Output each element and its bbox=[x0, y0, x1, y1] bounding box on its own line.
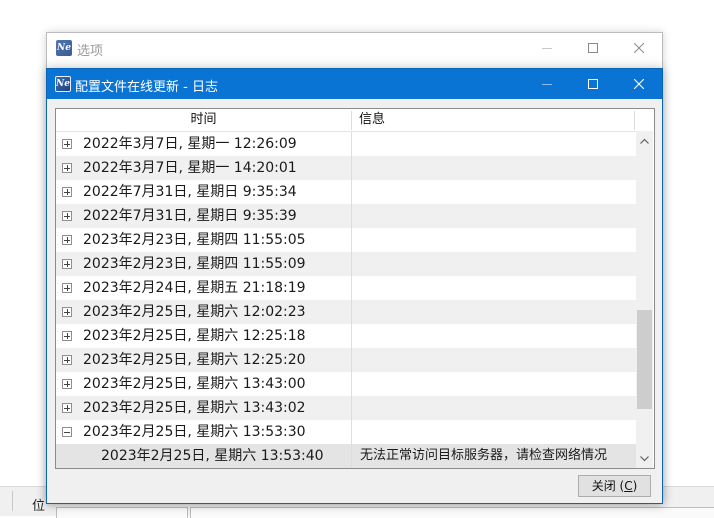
column-gridline bbox=[351, 228, 352, 252]
row-time: 2022年3月7日, 星期一 14:20:01 bbox=[83, 160, 297, 176]
table-row[interactable]: 2022年3月7日, 星期一 14:20:01 bbox=[56, 156, 636, 180]
chevron-down-icon bbox=[640, 456, 649, 462]
close-icon bbox=[634, 43, 644, 53]
log-titlebar: Ne 配置文件在线更新 - 日志 bbox=[47, 69, 662, 99]
options-titlebar: Ne 选项 bbox=[47, 33, 662, 63]
column-gridline bbox=[351, 348, 352, 372]
close-button-label: 关闭 ( bbox=[591, 479, 625, 493]
vertical-scrollbar[interactable] bbox=[636, 131, 653, 468]
column-gridline bbox=[351, 132, 352, 156]
table-row[interactable]: 2023年2月24日, 星期五 21:18:19 bbox=[56, 276, 636, 300]
column-gridline bbox=[351, 420, 352, 444]
expand-icon[interactable] bbox=[62, 235, 72, 245]
row-time: 2022年7月31日, 星期日 9:35:39 bbox=[83, 208, 297, 224]
expand-icon[interactable] bbox=[62, 259, 72, 269]
close-button[interactable]: 关闭 (C) bbox=[578, 475, 651, 497]
row-time: 2023年2月23日, 星期四 11:55:09 bbox=[83, 256, 306, 272]
row-time: 2023年2月25日, 星期六 12:02:23 bbox=[83, 304, 306, 320]
column-divider[interactable] bbox=[634, 111, 635, 130]
scroll-thumb[interactable] bbox=[637, 310, 652, 409]
table-row[interactable]: 2023年2月25日, 星期六 12:02:23 bbox=[56, 300, 636, 324]
expand-icon[interactable] bbox=[62, 163, 72, 173]
row-time: 2023年2月25日, 星期六 12:25:20 bbox=[83, 352, 306, 368]
expand-icon[interactable] bbox=[62, 187, 72, 197]
maximize-icon bbox=[588, 43, 598, 53]
column-divider[interactable] bbox=[351, 111, 352, 130]
collapse-icon[interactable] bbox=[62, 427, 72, 437]
ne-app-icon: Ne bbox=[55, 76, 71, 92]
log-window: Ne 配置文件在线更新 - 日志 时间 信息 2022年3月7日, 星期一 12… bbox=[46, 68, 663, 504]
table-row[interactable]: 2023年2月23日, 星期四 11:55:05 bbox=[56, 228, 636, 252]
status-divider bbox=[12, 491, 13, 511]
maximize-icon bbox=[588, 79, 598, 89]
row-time: 2022年3月7日, 星期一 12:26:09 bbox=[83, 136, 297, 152]
column-header-message[interactable]: 信息 bbox=[359, 109, 385, 131]
background-field bbox=[56, 507, 188, 518]
row-time: 2023年2月24日, 星期五 21:18:19 bbox=[83, 280, 306, 296]
expand-icon[interactable] bbox=[62, 139, 72, 149]
table-row[interactable]: 2022年7月31日, 星期日 9:35:39 bbox=[56, 204, 636, 228]
row-time: 2023年2月25日, 星期六 12:25:18 bbox=[83, 328, 306, 344]
column-gridline bbox=[351, 444, 352, 468]
chevron-up-icon bbox=[640, 138, 649, 144]
expand-icon[interactable] bbox=[62, 307, 72, 317]
table-row[interactable]: 2023年2月25日, 星期六 13:43:02 bbox=[56, 396, 636, 420]
background-field bbox=[190, 507, 714, 518]
expand-icon[interactable] bbox=[62, 283, 72, 293]
table-row[interactable]: 2022年7月31日, 星期日 9:35:34 bbox=[56, 180, 636, 204]
table-row-child[interactable]: 2023年2月25日, 星期六 13:53:40 无法正常访问目标服务器，请检查网… bbox=[56, 444, 636, 468]
row-message: 无法正常访问目标服务器，请检查网络情况 bbox=[360, 448, 608, 463]
row-time: 2023年2月23日, 星期四 11:55:05 bbox=[83, 232, 306, 248]
column-gridline bbox=[351, 156, 352, 180]
log-window-title: 配置文件在线更新 - 日志 bbox=[75, 80, 218, 95]
expand-icon[interactable] bbox=[62, 331, 72, 341]
column-gridline bbox=[351, 324, 352, 348]
list-rows: 2022年3月7日, 星期一 12:26:09 2022年3月7日, 星期一 14… bbox=[56, 132, 636, 468]
table-row[interactable]: 2023年2月25日, 星期六 13:43:00 bbox=[56, 372, 636, 396]
status-label: 位 bbox=[32, 499, 46, 514]
close-icon bbox=[634, 79, 644, 89]
table-row[interactable]: 2022年3月7日, 星期一 12:26:09 bbox=[56, 132, 636, 156]
scroll-up-arrow[interactable] bbox=[636, 133, 653, 150]
column-gridline bbox=[351, 252, 352, 276]
ne-app-icon: Ne bbox=[56, 40, 72, 56]
minimize-icon bbox=[542, 84, 552, 85]
column-gridline bbox=[351, 180, 352, 204]
row-time: 2022年7月31日, 星期日 9:35:34 bbox=[83, 184, 297, 200]
expand-icon[interactable] bbox=[62, 355, 72, 365]
options-window-title: 选项 bbox=[77, 44, 104, 59]
table-row[interactable]: 2023年2月25日, 星期六 12:25:18 bbox=[56, 324, 636, 348]
scroll-down-arrow[interactable] bbox=[636, 451, 653, 468]
expand-icon[interactable] bbox=[62, 379, 72, 389]
minimize-button[interactable] bbox=[524, 33, 570, 63]
row-time: 2023年2月25日, 星期六 13:43:02 bbox=[83, 400, 306, 416]
column-header-time[interactable]: 时间 bbox=[56, 109, 351, 131]
close-window-button[interactable] bbox=[616, 33, 662, 63]
close-button-suffix: ) bbox=[632, 479, 638, 493]
close-window-button[interactable] bbox=[616, 69, 662, 99]
column-gridline bbox=[351, 396, 352, 420]
row-time: 2023年2月25日, 星期六 13:53:30 bbox=[83, 424, 306, 440]
table-row[interactable]: 2023年2月25日, 星期六 12:25:20 bbox=[56, 348, 636, 372]
table-row[interactable]: 2023年2月23日, 星期四 11:55:09 bbox=[56, 252, 636, 276]
column-gridline bbox=[351, 204, 352, 228]
minimize-icon bbox=[542, 48, 552, 49]
table-row[interactable]: 2023年2月25日, 星期六 13:53:30 bbox=[56, 420, 636, 444]
column-gridline bbox=[351, 300, 352, 324]
row-time: 2023年2月25日, 星期六 13:53:40 bbox=[101, 448, 324, 464]
minimize-button[interactable] bbox=[524, 69, 570, 99]
column-gridline bbox=[351, 276, 352, 300]
expand-icon[interactable] bbox=[62, 403, 72, 413]
close-button-mnemonic: C bbox=[624, 479, 633, 493]
column-gridline bbox=[351, 372, 352, 396]
maximize-button[interactable] bbox=[570, 33, 616, 63]
row-time: 2023年2月25日, 星期六 13:43:00 bbox=[83, 376, 306, 392]
maximize-button[interactable] bbox=[570, 69, 616, 99]
log-list[interactable]: 时间 信息 2022年3月7日, 星期一 12:26:09 2022年3月7日, … bbox=[55, 108, 655, 469]
expand-icon[interactable] bbox=[62, 211, 72, 221]
list-header: 时间 信息 bbox=[56, 109, 636, 132]
